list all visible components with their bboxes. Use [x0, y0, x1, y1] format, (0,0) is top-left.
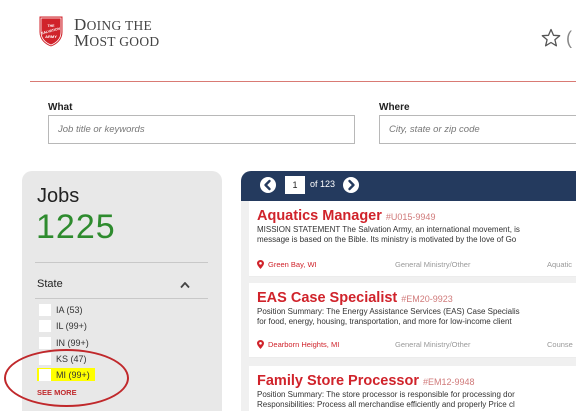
map-pin-icon	[257, 259, 264, 269]
job-card[interactable]: EAS Case Specialist #EM20-9923 Position S…	[249, 283, 576, 357]
job-description-line: Responsibilities: Process all merchandis…	[257, 400, 515, 409]
salvation-army-shield-logo[interactable]: THE SALVATION ARMY	[37, 14, 65, 48]
state-filter-label[interactable]: State	[37, 278, 63, 290]
state-option-label: IL (99+)	[56, 320, 87, 331]
what-label: What	[48, 102, 73, 113]
job-description-line: for food, energy, housing, transportatio…	[257, 317, 512, 326]
job-location: Dearborn Heights, MI	[268, 339, 340, 349]
svg-text:ARMY: ARMY	[45, 34, 57, 39]
prev-page-button[interactable]	[260, 177, 276, 193]
sidebar-divider	[35, 262, 208, 263]
page-total: of 123	[310, 179, 336, 189]
state-option-in[interactable]: IN (99+)	[39, 336, 89, 349]
where-input[interactable]: City, state or zip code	[379, 115, 576, 144]
logo-line1-rest: OING THE	[86, 18, 153, 33]
state-option-ia[interactable]: IA (53)	[39, 303, 83, 316]
logo-line2-rest: OST GOOD	[89, 34, 160, 49]
job-subcategory: Aquatic	[547, 259, 573, 269]
map-pin-icon	[257, 339, 264, 349]
job-description-line: MISSION STATEMENT The Salvation Army, an…	[257, 225, 520, 234]
job-subcategory: Counse	[547, 339, 573, 349]
card-divider	[249, 357, 576, 358]
next-page-button[interactable]	[343, 177, 359, 193]
annotation-circle	[4, 349, 129, 407]
state-checkbox[interactable]	[39, 336, 51, 349]
page-number-input[interactable]: 1	[285, 176, 305, 194]
header-divider	[30, 81, 576, 82]
job-title-link[interactable]: Aquatics Manager	[257, 208, 382, 224]
chevron-left-icon	[264, 179, 271, 191]
card-divider	[249, 276, 576, 277]
job-meta-row: Green Bay, WI General Ministry/Other Aqu…	[257, 259, 576, 269]
job-code: #EM20-9923	[401, 294, 453, 304]
logo-line2-initial: M	[74, 31, 90, 50]
jobs-count: 1225	[36, 208, 116, 246]
job-description-line: Position Summary: The Energy Assistance …	[257, 307, 520, 316]
state-checkbox[interactable]	[39, 303, 51, 316]
where-label: Where	[379, 102, 410, 113]
star-icon[interactable]	[541, 28, 561, 48]
job-card[interactable]: Family Store Processor #EM12-9948 Positio…	[249, 366, 576, 411]
logo-tagline[interactable]: DOING THE MOST GOOD	[74, 16, 160, 50]
header-edge-glyph[interactable]: (	[566, 28, 572, 49]
state-divider	[35, 298, 208, 299]
state-checkbox[interactable]	[39, 319, 51, 332]
job-description-line: message is based on the Bible. Its minis…	[257, 235, 517, 244]
state-option-label: IN (99+)	[56, 337, 89, 348]
state-option-label: IA (53)	[56, 304, 83, 315]
jobs-heading: Jobs	[37, 185, 80, 207]
what-input[interactable]: Job title or keywords	[48, 115, 355, 144]
job-meta-row: Dearborn Heights, MI General Ministry/Ot…	[257, 339, 576, 349]
job-location: Green Bay, WI	[268, 259, 317, 269]
job-card[interactable]: Aquatics Manager #U015-9949 MISSION STATE…	[249, 201, 576, 276]
chevron-right-icon	[348, 179, 355, 191]
job-category: General Ministry/Other	[395, 339, 471, 349]
state-option-il[interactable]: IL (99+)	[39, 319, 87, 332]
job-title-link[interactable]: EAS Case Specialist	[257, 290, 397, 306]
job-code: #U015-9949	[385, 212, 436, 222]
job-description-line: Position Summary: The store processor is…	[257, 390, 515, 399]
job-code: #EM12-9948	[423, 377, 475, 387]
job-title-link[interactable]: Family Store Processor	[257, 373, 419, 389]
chevron-up-icon[interactable]	[180, 281, 190, 289]
job-category: General Ministry/Other	[395, 259, 471, 269]
